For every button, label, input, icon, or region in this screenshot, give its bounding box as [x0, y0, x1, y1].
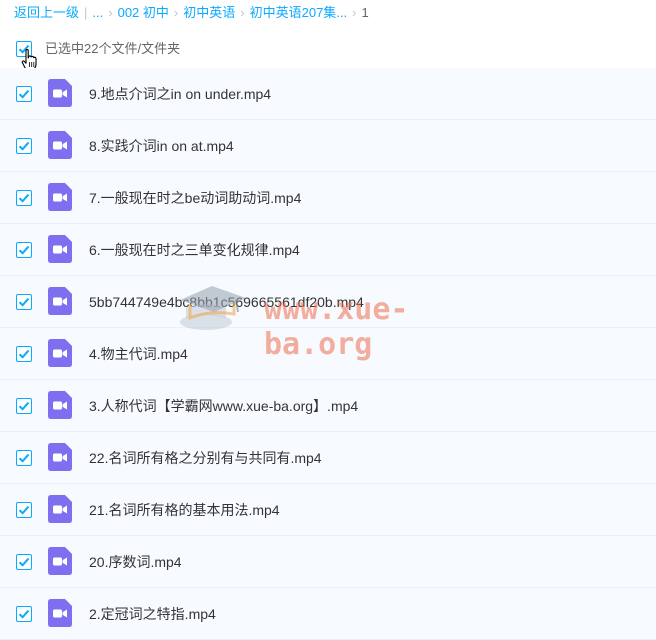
file-name[interactable]: 6.一般现在时之三单变化规律.mp4 [89, 241, 300, 259]
file-name[interactable]: 21.名词所有格的基本用法.mp4 [89, 501, 280, 519]
video-file-icon [48, 339, 72, 367]
breadcrumb-separator: › [352, 5, 357, 20]
file-name[interactable]: 20.序数词.mp4 [89, 553, 182, 571]
file-name[interactable]: 7.一般现在时之be动词助动词.mp4 [89, 189, 301, 207]
breadcrumb-separator: › [108, 5, 113, 20]
check-icon [18, 349, 30, 359]
check-icon [18, 193, 30, 203]
row-checkbox[interactable] [16, 554, 32, 570]
video-file-icon [48, 599, 72, 627]
video-file-icon [48, 131, 72, 159]
breadcrumb-ellipsis[interactable]: ... [92, 5, 103, 20]
video-file-icon [48, 443, 72, 471]
row-checkbox[interactable] [16, 190, 32, 206]
check-icon [18, 245, 30, 255]
file-row[interactable]: 20.序数词.mp4 [0, 536, 656, 588]
breadcrumb-item-002[interactable]: 002 初中 [118, 5, 169, 20]
video-file-icon [48, 287, 72, 315]
file-row[interactable]: 5bb744749e4bc8bb1c569665561df20b.mp4 [0, 276, 656, 328]
check-icon [18, 89, 30, 99]
breadcrumb-separator: › [173, 5, 179, 20]
video-file-icon [48, 235, 72, 263]
select-all-row: 已选中22个文件/文件夹 [0, 36, 656, 71]
video-file-icon [48, 183, 72, 211]
check-icon [18, 609, 30, 619]
breadcrumb: 返回上一级 |... › 002 初中 › 初中英语 › 初中英语207集... › 1 [14, 4, 369, 22]
check-icon [18, 453, 30, 463]
file-row[interactable]: 9.地点介词之in on under.mp4 [0, 68, 656, 120]
video-file-icon [48, 495, 72, 523]
file-row[interactable]: 21.名词所有格的基本用法.mp4 [0, 484, 656, 536]
row-checkbox[interactable] [16, 450, 32, 466]
file-row[interactable]: 22.名词所有格之分别有与共同有.mp4 [0, 432, 656, 484]
row-checkbox[interactable] [16, 86, 32, 102]
breadcrumb-separator: | [84, 5, 88, 20]
breadcrumb-separator: › [240, 5, 245, 20]
breadcrumb-item-english[interactable]: 初中英语 [183, 5, 235, 20]
row-checkbox[interactable] [16, 398, 32, 414]
row-checkbox[interactable] [16, 606, 32, 622]
file-name[interactable]: 5bb744749e4bc8bb1c569665561df20b.mp4 [89, 293, 364, 311]
file-name[interactable]: 22.名词所有格之分别有与共同有.mp4 [89, 449, 322, 467]
video-file-icon [48, 79, 72, 107]
video-file-icon [48, 547, 72, 575]
breadcrumb-item-207[interactable]: 初中英语207集... [250, 5, 348, 20]
row-checkbox[interactable] [16, 138, 32, 154]
back-link[interactable]: 返回上一级 [14, 5, 79, 20]
check-icon [18, 141, 30, 151]
file-row[interactable]: 4.物主代词.mp4 [0, 328, 656, 380]
breadcrumb-current: 1 [361, 5, 369, 20]
file-name[interactable]: 2.定冠词之特指.mp4 [89, 605, 216, 623]
file-list: 9.地点介词之in on under.mp4 8.实践介词in on at.mp… [0, 68, 656, 640]
file-name[interactable]: 4.物主代词.mp4 [89, 345, 188, 363]
file-row[interactable]: 8.实践介词in on at.mp4 [0, 120, 656, 172]
video-file-icon [48, 391, 72, 419]
file-row[interactable]: 2.定冠词之特指.mp4 [0, 588, 656, 640]
file-row[interactable]: 6.一般现在时之三单变化规律.mp4 [0, 224, 656, 276]
file-name[interactable]: 3.人称代词【学霸网www.xue-ba.org】.mp4 [89, 397, 358, 415]
row-checkbox[interactable] [16, 346, 32, 362]
row-checkbox[interactable] [16, 242, 32, 258]
file-row[interactable]: 7.一般现在时之be动词助动词.mp4 [0, 172, 656, 224]
row-checkbox[interactable] [16, 294, 32, 310]
check-icon [18, 401, 30, 411]
file-name[interactable]: 8.实践介词in on at.mp4 [89, 137, 234, 155]
file-row[interactable]: 3.人称代词【学霸网www.xue-ba.org】.mp4 [0, 380, 656, 432]
check-icon [18, 505, 30, 515]
check-icon [18, 557, 30, 567]
check-icon [18, 297, 30, 307]
row-checkbox[interactable] [16, 502, 32, 518]
file-name[interactable]: 9.地点介词之in on under.mp4 [89, 85, 271, 103]
selection-count: 已选中22个文件/文件夹 [45, 41, 181, 56]
